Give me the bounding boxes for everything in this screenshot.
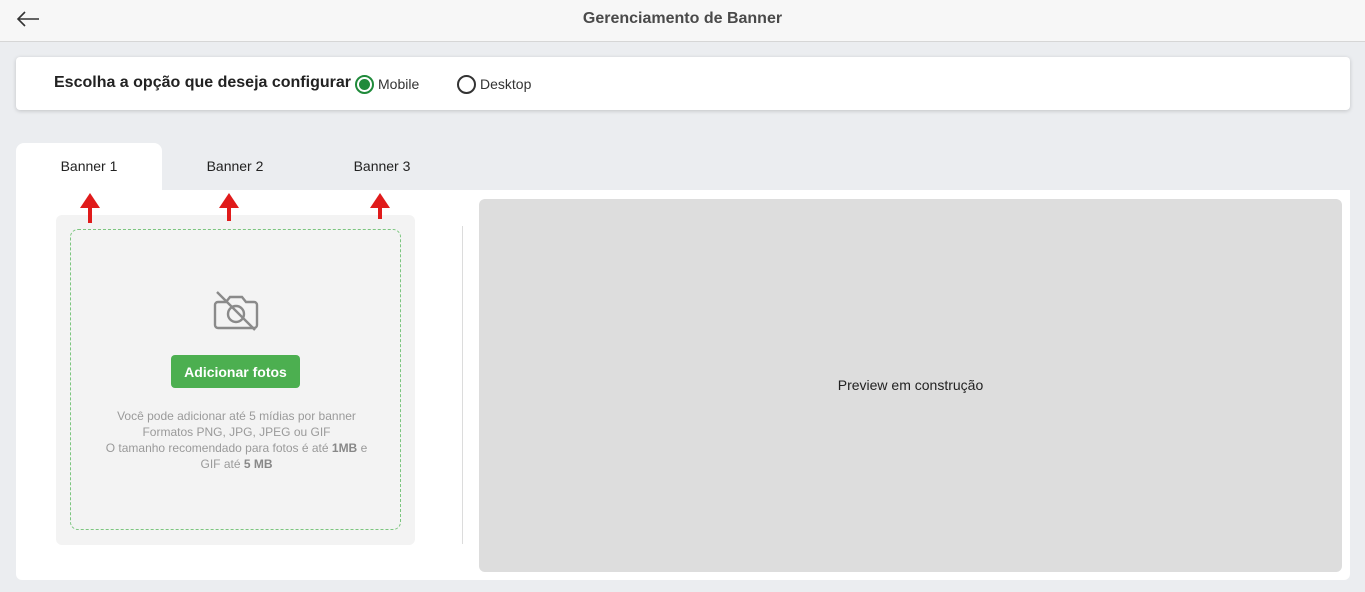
radio-mobile[interactable]: Mobile — [355, 73, 419, 95]
radio-unchecked-icon — [457, 74, 476, 94]
preview-panel: Preview em construção — [479, 199, 1342, 572]
app-header: Gerenciamento de Banner — [0, 0, 1365, 42]
dropzone[interactable]: Adicionar fotos Você pode adicionar até … — [70, 229, 401, 530]
tab-banner-2[interactable]: Banner 2 — [162, 143, 308, 191]
option-label: Escolha a opção que deseja configurar — [54, 74, 351, 91]
preview-text: Preview em construção — [837, 377, 984, 393]
info-line-3: O tamanho recomendado para fotos é até 1… — [105, 441, 368, 455]
upload-area: Adicionar fotos Você pode adicionar até … — [56, 215, 415, 545]
tab-banner-1[interactable]: Banner 1 — [16, 143, 162, 191]
upload-info: Você pode adicionar até 5 mídias por ban… — [91, 408, 382, 472]
red-arrow-icon — [219, 193, 239, 221]
radio-checked-icon — [355, 74, 374, 94]
divider — [462, 226, 463, 544]
config-option-card: Escolha a opção que deseja configurar Mo… — [16, 57, 1350, 110]
tab-banner-3[interactable]: Banner 3 — [309, 143, 455, 191]
red-arrow-icon — [370, 193, 390, 219]
radio-desktop-label: Desktop — [480, 76, 532, 92]
page-title: Gerenciamento de Banner — [582, 10, 783, 27]
radio-desktop[interactable]: Desktop — [457, 73, 531, 95]
banner-content-panel: Adicionar fotos Você pode adicionar até … — [16, 190, 1350, 580]
add-photos-button[interactable]: Adicionar fotos — [171, 355, 300, 388]
info-line-1: Você pode adicionar até 5 mídias por ban… — [117, 409, 356, 423]
red-arrow-icon — [80, 193, 100, 223]
radio-mobile-label: Mobile — [378, 76, 420, 92]
info-line-4: GIF até 5 MB — [200, 457, 273, 471]
camera-off-icon — [213, 291, 259, 331]
info-line-2: Formatos PNG, JPG, JPEG ou GIF — [142, 425, 331, 439]
